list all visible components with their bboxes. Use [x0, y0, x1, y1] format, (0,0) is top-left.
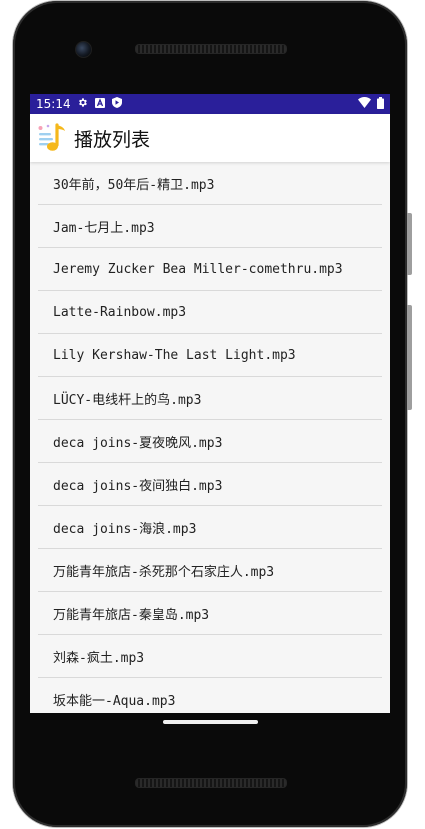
playlist-item[interactable]: deca joins-夏夜晚风.mp3: [38, 420, 382, 463]
status-time: 15:14: [36, 97, 71, 111]
settings-icon: [77, 97, 88, 111]
battery-icon: [377, 96, 384, 112]
a-icon: [94, 97, 105, 111]
app-screen: 15:14 播放列表 30年前，50年后-精卫.mp3 Jam-七月上.mp3 …: [30, 94, 390, 713]
playlist-item[interactable]: 万能青年旅店-秦皇岛.mp3: [38, 592, 382, 635]
playlist-item[interactable]: 刘森-疯土.mp3: [38, 635, 382, 678]
app-bar: 播放列表: [30, 114, 390, 162]
music-note-icon: [38, 122, 68, 154]
playlist-item[interactable]: Lily Kershaw-The Last Light.mp3: [38, 334, 382, 377]
playlist[interactable]: 30年前，50年后-精卫.mp3 Jam-七月上.mp3 Jeremy Zuck…: [30, 162, 390, 713]
playlist-item[interactable]: deca joins-海浪.mp3: [38, 506, 382, 549]
playlist-item[interactable]: LÜCY-电线杆上的鸟.mp3: [38, 377, 382, 420]
home-gesture-bar[interactable]: [163, 720, 258, 724]
playlist-item[interactable]: Jeremy Zucker Bea Miller-comethru.mp3: [38, 248, 382, 291]
bottom-speaker: [135, 778, 287, 788]
front-camera: [75, 41, 92, 58]
playlist-item[interactable]: Latte-Rainbow.mp3: [38, 291, 382, 334]
page-title: 播放列表: [74, 128, 151, 151]
playlist-item[interactable]: deca joins-夜间独白.mp3: [38, 463, 382, 506]
playlist-item[interactable]: 坂本能一-Aqua.mp3: [38, 678, 382, 713]
playlist-item[interactable]: Jam-七月上.mp3: [38, 205, 382, 248]
status-bar: 15:14: [30, 94, 390, 114]
playlist-item[interactable]: 30年前，50年后-精卫.mp3: [38, 162, 382, 205]
wifi-icon: [358, 97, 371, 111]
volume-button: [407, 213, 412, 275]
playlist-item[interactable]: 万能青年旅店-杀死那个石家庄人.mp3: [38, 549, 382, 592]
top-speaker: [135, 44, 287, 54]
power-button: [407, 305, 412, 410]
shield-icon: [111, 97, 122, 111]
